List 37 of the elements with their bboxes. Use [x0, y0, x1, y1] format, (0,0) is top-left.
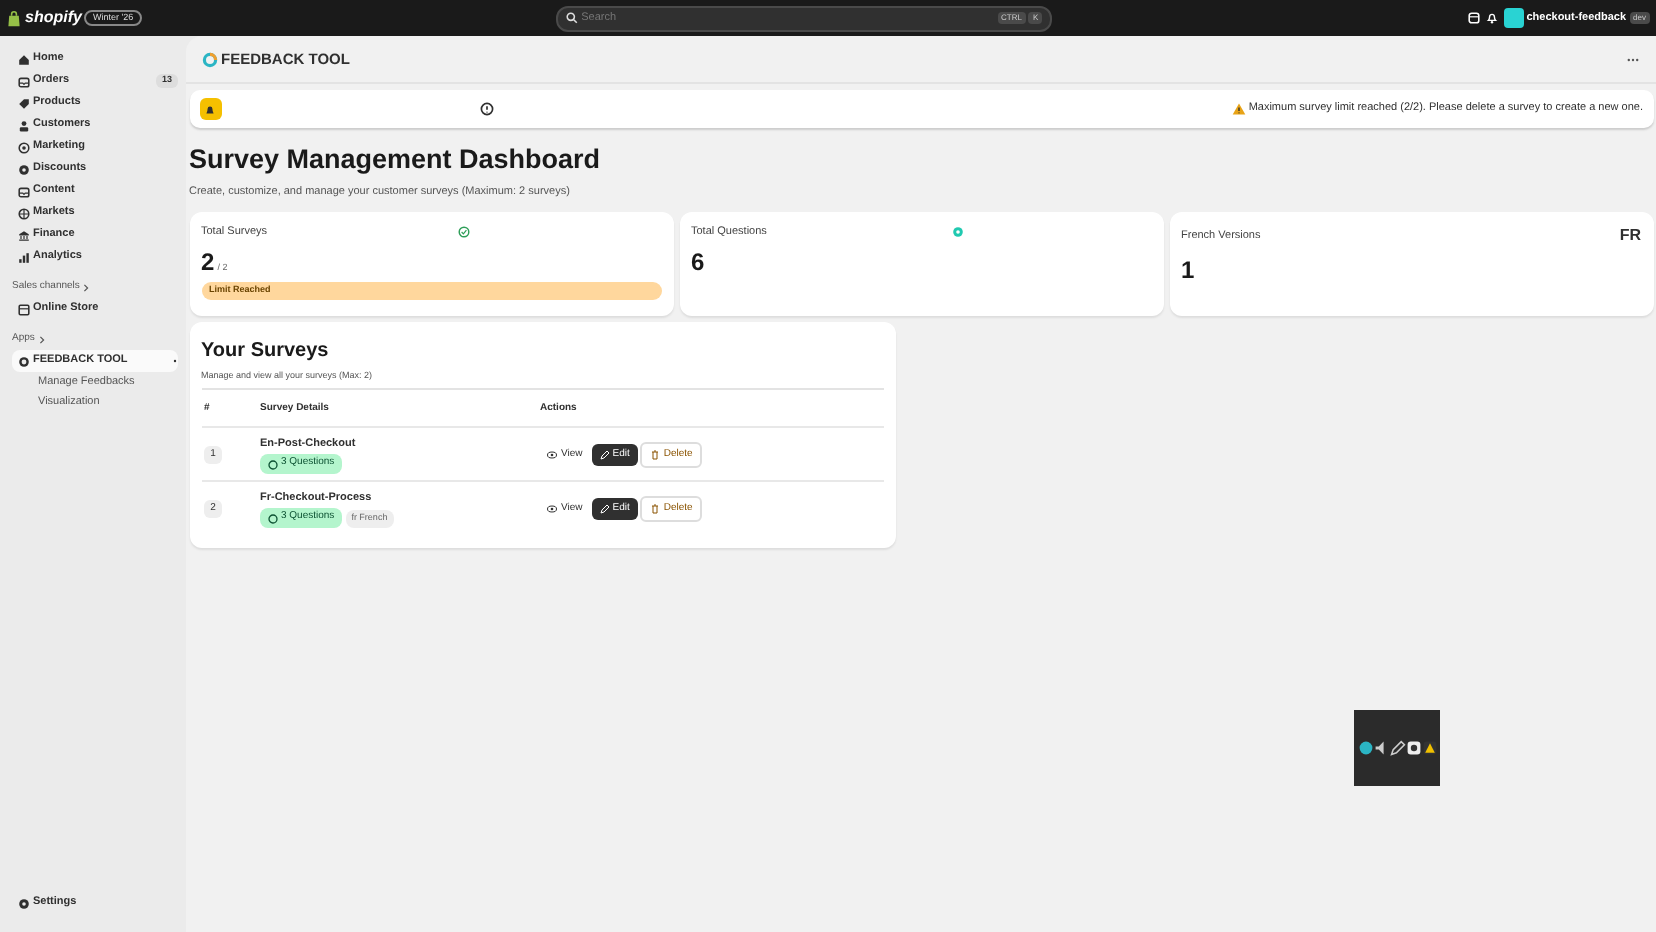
language-code: FR — [1619, 224, 1641, 248]
eye-icon — [546, 449, 558, 460]
chart-icon — [18, 251, 30, 263]
person-icon — [18, 119, 30, 131]
store-icon — [1467, 12, 1480, 24]
trash-icon — [650, 449, 661, 460]
home-icon — [18, 53, 30, 65]
globe-icon — [18, 207, 30, 219]
info-icon — [479, 102, 494, 116]
target-icon — [18, 141, 30, 153]
tray-icon — [18, 75, 30, 87]
eye-icon — [546, 503, 558, 514]
section-title: Your Surveys — [201, 338, 331, 366]
tag-icon — [18, 97, 30, 109]
check-circle-icon — [458, 226, 470, 239]
status-dot-icon — [952, 226, 965, 239]
app-logo-icon — [202, 51, 218, 67]
speaker-icon — [1373, 740, 1389, 756]
store-icon — [18, 303, 30, 315]
page-title: Survey Management Dashboard — [189, 142, 603, 178]
stat-value: 2 — [201, 245, 215, 280]
trash-icon — [650, 503, 661, 514]
search-icon — [566, 12, 579, 24]
shopping-bag-icon — [6, 9, 22, 27]
stat-value: 6 — [691, 245, 705, 280]
network-icon — [1357, 740, 1373, 756]
more-icon — [1626, 53, 1640, 65]
pencil-icon — [599, 503, 610, 514]
stat-value: 1 — [1181, 253, 1195, 287]
bell-icon — [1485, 12, 1498, 24]
bank-icon — [18, 229, 30, 241]
store-avatar-icon — [1503, 8, 1524, 28]
pencil-icon — [599, 449, 610, 460]
brand-name: shopify — [25, 6, 82, 30]
tray-icon — [18, 185, 30, 197]
app-icon — [18, 355, 30, 367]
pen-icon — [1389, 740, 1405, 756]
